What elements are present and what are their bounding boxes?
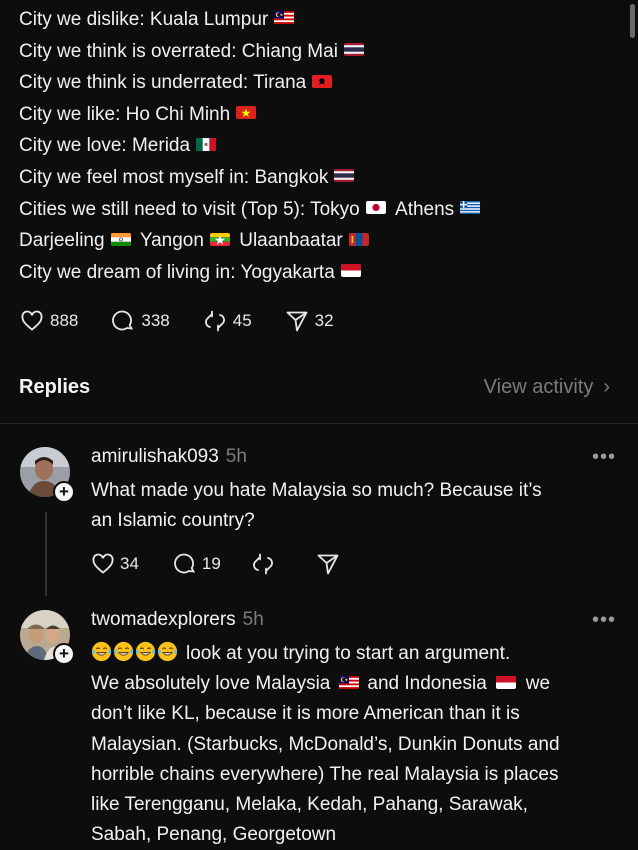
- share-button[interactable]: 32: [285, 309, 334, 333]
- mongolia-flag-icon: [349, 233, 369, 246]
- comment-button[interactable]: 19: [173, 552, 221, 576]
- reply-header: amirulishak093 5h: [91, 446, 247, 468]
- repost-icon: [204, 310, 225, 332]
- post-line-text: City we think is underrated: Tirana: [19, 72, 307, 94]
- send-icon: [286, 311, 308, 332]
- mexico-flag-icon: [196, 138, 216, 151]
- comment-button[interactable]: 338: [111, 309, 170, 333]
- thailand-flag-icon: [334, 169, 354, 182]
- post-line: City we dislike: Kuala Lumpur: [19, 4, 622, 36]
- post-line-text: City we think is overrated: Chiang Mai: [19, 40, 338, 62]
- reply-line: don’t like KL, because it is more Americ…: [91, 703, 520, 725]
- share-count: 32: [314, 311, 334, 330]
- thailand-flag-icon: [344, 43, 364, 56]
- albania-flag-icon: [312, 75, 332, 88]
- reply-text: look at you trying to start an argument.…: [91, 639, 560, 850]
- plus-icon: +: [59, 644, 69, 663]
- post-line: Cities we still need to visit (Top 5): T…: [19, 194, 622, 226]
- post-line-text: City we feel most myself in: Bangkok: [19, 166, 329, 188]
- replies-title: Replies: [19, 376, 91, 398]
- reply-line-text: look at you trying to start an argument.: [186, 643, 511, 664]
- post-line: City we love: Merida: [19, 130, 622, 162]
- post-actions: 888 338 45 32: [20, 309, 367, 333]
- reply-line: Sabah, Penang, Georgetown: [91, 824, 337, 846]
- repost-count: 45: [232, 311, 252, 330]
- comment-count: 338: [141, 311, 170, 330]
- send-icon: [317, 554, 339, 575]
- thread-line: [45, 512, 47, 596]
- indonesia-flag-icon: [496, 676, 516, 689]
- post-line-text: City we love: Merida: [19, 135, 191, 157]
- reply-line: Malaysian. (Starbucks, McDonald’s, Dunki…: [91, 733, 560, 755]
- post-line-text: City we like: Ho Chi Minh: [19, 103, 231, 125]
- timestamp: 5h: [225, 446, 247, 467]
- reply-line: horrible chains everywhere) The real Mal…: [91, 763, 559, 785]
- reply-line: like Terengganu, Melaka, Kedah, Pahang, …: [91, 794, 528, 816]
- plus-icon: +: [59, 482, 69, 501]
- myanmar-flag-icon: [210, 233, 230, 246]
- reply-line: an Islamic country?: [91, 510, 255, 532]
- reply-line: We absolutely love Malaysia and Indonesia…: [91, 669, 560, 699]
- heart-icon: [21, 310, 43, 331]
- username[interactable]: amirulishak093: [91, 446, 219, 467]
- reply-line: What made you hate Malaysia so much? Bec…: [91, 480, 542, 501]
- post-line-text: Yangon: [139, 230, 204, 252]
- follow-plus-button[interactable]: +: [53, 643, 75, 665]
- like-button[interactable]: 34: [91, 552, 139, 576]
- reply-text: What made you hate Malaysia so much? Bec…: [91, 476, 542, 536]
- comment-count: 19: [201, 554, 221, 573]
- comment-icon: [112, 310, 134, 331]
- like-button[interactable]: 888: [20, 309, 78, 333]
- japan-flag-icon: [366, 201, 386, 214]
- reply-header: twomadexplorers 5h: [91, 609, 264, 631]
- like-count: 888: [50, 311, 79, 330]
- post-line: City we dream of living in: Yogyakarta: [19, 257, 622, 289]
- post-line-text: City we dislike: Kuala Lumpur: [19, 9, 269, 30]
- post-line: City we think is overrated: Chiang Mai: [19, 36, 622, 68]
- post-line-text: City we dream of living in: Yogyakarta: [19, 261, 335, 283]
- reply-line-text: and Indonesia: [367, 673, 487, 695]
- heart-icon: [92, 553, 114, 574]
- view-activity-label: View activity: [483, 376, 594, 398]
- follow-plus-button[interactable]: +: [53, 481, 75, 503]
- malaysia-flag-icon: [274, 11, 294, 24]
- comment-icon: [174, 553, 196, 574]
- divider: [0, 423, 638, 424]
- post-line-text: Darjeeling: [19, 230, 105, 252]
- reply-line: look at you trying to start an argument.: [91, 639, 560, 669]
- more-options-icon[interactable]: •••: [592, 446, 616, 469]
- greece-flag-icon: [460, 201, 480, 214]
- laughing-tears-emoji-icon: [91, 641, 112, 662]
- post-body: City we dislike: Kuala Lumpur City we th…: [19, 4, 622, 288]
- repost-button[interactable]: 45: [203, 309, 252, 333]
- like-count: 34: [120, 554, 139, 573]
- laughing-tears-emoji-icon: [135, 641, 156, 662]
- replies-header: Replies View activity ›: [19, 376, 610, 399]
- indonesia-flag-icon: [341, 264, 361, 277]
- reply-line-text: We absolutely love Malaysia: [91, 673, 331, 695]
- post-line: City we think is underrated: Tirana: [19, 67, 622, 99]
- scrollbar[interactable]: [630, 4, 635, 38]
- post-line-text: Cities we still need to visit (Top 5): T…: [19, 198, 360, 220]
- timestamp: 5h: [242, 609, 264, 630]
- more-options-icon[interactable]: •••: [592, 609, 616, 632]
- reply-line-text: we: [525, 673, 551, 695]
- laughing-tears-emoji-icon: [157, 641, 178, 662]
- laughing-tears-emoji-icon: [113, 641, 134, 662]
- share-button[interactable]: [316, 552, 345, 576]
- post-line: City we feel most myself in: Bangkok: [19, 162, 622, 194]
- repost-icon: [252, 553, 273, 575]
- post-line: City we like: Ho Chi Minh: [19, 99, 622, 131]
- malaysia-flag-icon: [339, 676, 359, 689]
- post-line-text: Ulaanbaatar: [239, 230, 343, 252]
- repost-button[interactable]: [251, 552, 280, 576]
- chevron-right-icon: ›: [603, 376, 610, 398]
- view-activity-link[interactable]: View activity ›: [484, 376, 610, 399]
- post-line-text: Athens: [395, 198, 455, 220]
- reply-actions: 34 19: [91, 552, 369, 576]
- india-flag-icon: [111, 233, 131, 246]
- username[interactable]: twomadexplorers: [91, 609, 236, 630]
- post-line: Darjeeling Yangon Ulaanbaatar: [19, 225, 622, 257]
- vietnam-flag-icon: [236, 106, 256, 119]
